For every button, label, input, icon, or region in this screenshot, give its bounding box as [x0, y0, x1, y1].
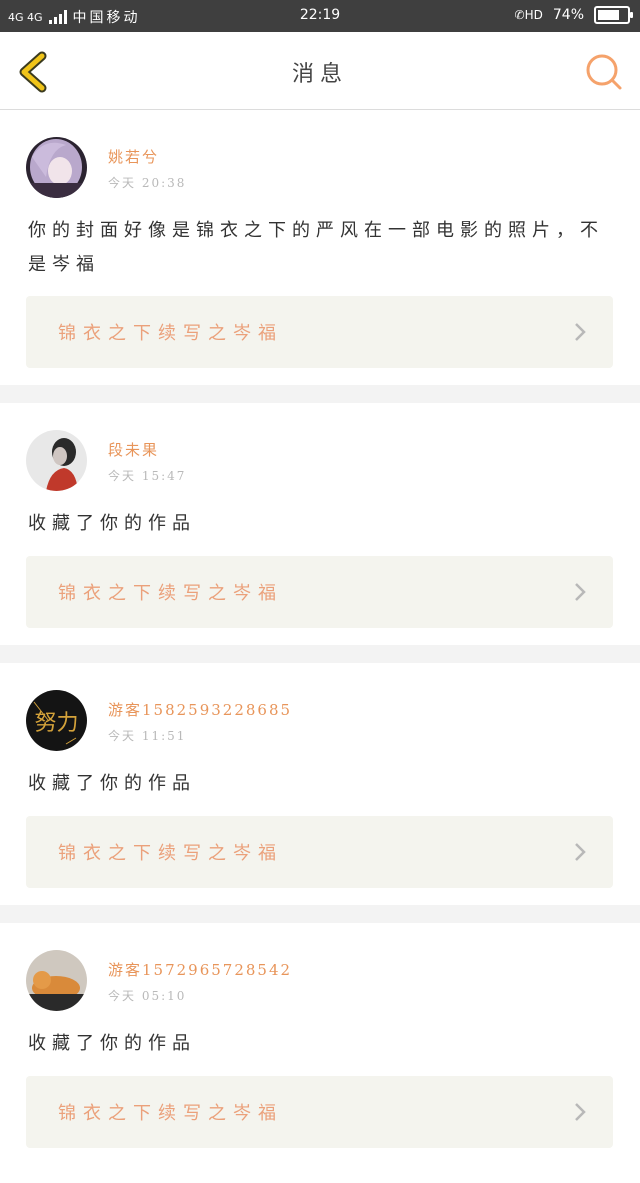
chevron-right-icon [575, 1103, 586, 1121]
avatar-purple-hair-icon [26, 137, 87, 198]
user-name[interactable]: 游客1572965728542 [108, 959, 292, 980]
status-bar: 4G 4G 中国移动 22:19 ✆HD 74% [0, 0, 640, 32]
battery-fill [598, 10, 619, 20]
hd-label: HD [524, 8, 543, 22]
battery-icon [594, 6, 633, 24]
work-link[interactable]: 锦衣之下续写之岑福 [26, 816, 613, 888]
page-title: 消息 [291, 62, 348, 87]
avatar-gray-photo-icon [26, 430, 87, 491]
chevron-right-icon [575, 843, 586, 861]
battery-percent: 74% [552, 7, 584, 23]
avatar-gold-calligraphy-icon: 努力 [26, 690, 87, 751]
message-time: 今天 11:51 [108, 729, 187, 743]
message-time: 今天 05:10 [108, 989, 187, 1003]
work-title: 锦衣之下续写之岑福 [58, 583, 283, 604]
avatar-cat-photo-icon [26, 950, 87, 1011]
avatar-text: 努力 [34, 711, 78, 736]
message-time: 今天 20:38 [108, 176, 187, 190]
user-avatar[interactable] [26, 950, 87, 1011]
search-button[interactable] [584, 52, 624, 92]
user-name[interactable]: 段未果 [108, 439, 159, 460]
user-avatar[interactable] [26, 137, 87, 198]
header: 消息 [0, 32, 640, 110]
message-card: 段未果 今天 15:47 收藏了你的作品 锦衣之下续写之岑福 [0, 403, 640, 663]
chevron-right-icon [575, 323, 586, 341]
message-card: 努力 游客1582593228685 今天 11:51 收藏了你的作品 锦衣之下… [0, 663, 640, 923]
work-link[interactable]: 锦衣之下续写之岑福 [26, 296, 613, 368]
user-name[interactable]: 游客1582593228685 [108, 699, 292, 720]
message-time: 今天 15:47 [108, 469, 187, 483]
phone-hd-icon: ✆HD [514, 8, 543, 22]
work-link[interactable]: 锦衣之下续写之岑福 [26, 556, 613, 628]
work-link[interactable]: 锦衣之下续写之岑福 [26, 1076, 613, 1148]
search-icon [586, 54, 622, 90]
message-list: 姚若兮 今天 20:38 你的封面好像是锦衣之下的严风在一部电影的照片，不是岑福… [0, 110, 640, 1183]
message-text: 收藏了你的作品 [28, 513, 196, 534]
message-text: 你的封面好像是锦衣之下的严风在一部电影的照片，不是岑福 [28, 220, 604, 275]
work-title: 锦衣之下续写之岑福 [58, 323, 283, 344]
work-title: 锦衣之下续写之岑福 [58, 843, 283, 864]
work-title: 锦衣之下续写之岑福 [58, 1103, 283, 1124]
message-text: 收藏了你的作品 [28, 1033, 196, 1054]
user-avatar[interactable]: 努力 [26, 690, 87, 751]
chevron-right-icon [575, 583, 586, 601]
message-text: 收藏了你的作品 [28, 773, 196, 794]
message-card: 姚若兮 今天 20:38 你的封面好像是锦衣之下的严风在一部电影的照片，不是岑福… [0, 110, 640, 403]
user-avatar[interactable] [26, 430, 87, 491]
message-card: 游客1572965728542 今天 05:10 收藏了你的作品 锦衣之下续写之… [0, 923, 640, 1183]
user-name[interactable]: 姚若兮 [108, 146, 159, 167]
status-right: ✆HD 74% [514, 6, 633, 24]
